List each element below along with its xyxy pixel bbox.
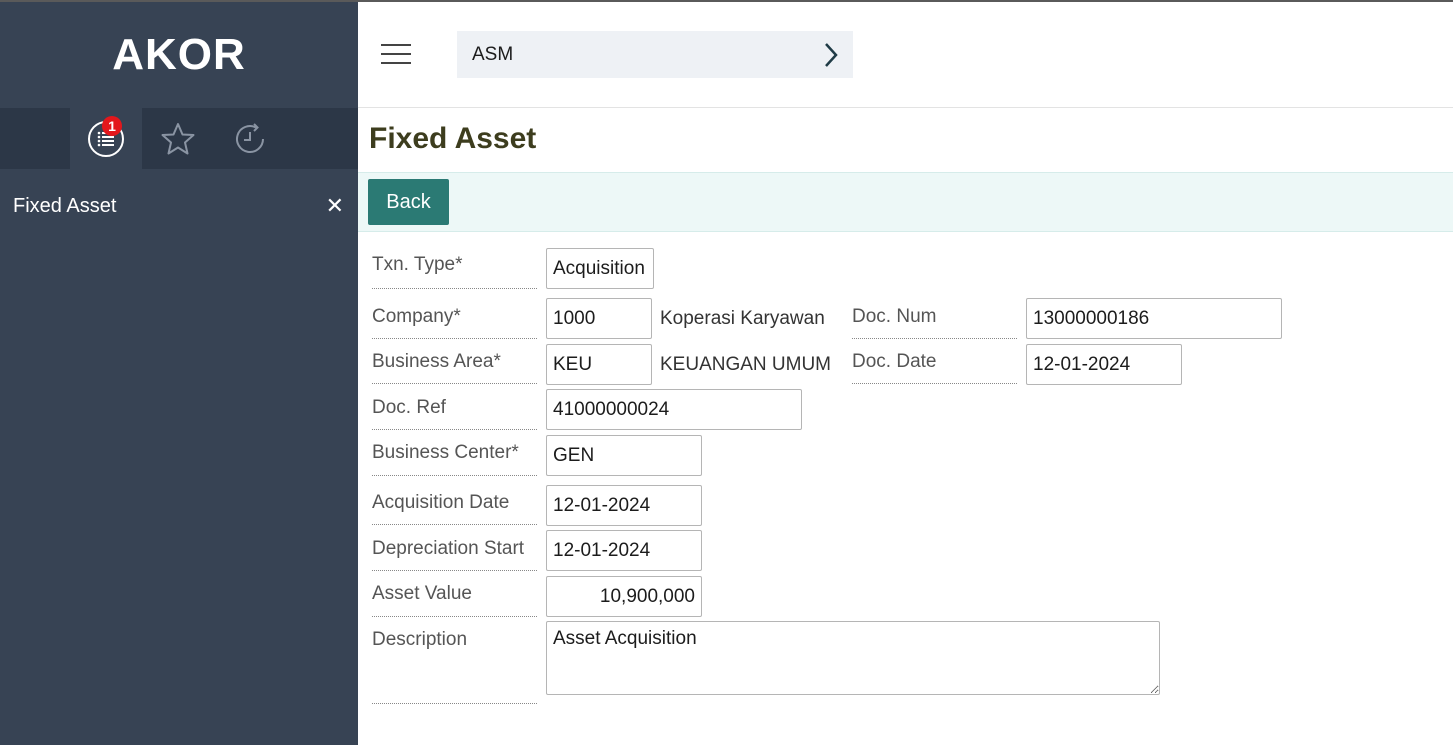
company-description: Koperasi Karyawan	[660, 308, 825, 329]
tab-history[interactable]	[214, 108, 286, 169]
doc-ref-field[interactable]	[546, 389, 802, 430]
business-area-description: KEUANGAN UMUM	[660, 354, 832, 375]
asset-value-label: Asset Value	[372, 583, 537, 617]
breadcrumb-label: ASM	[472, 43, 514, 65]
doc-date-label: Doc. Date	[852, 351, 1017, 384]
chevron-right-icon	[825, 42, 838, 67]
sidebar: AKOR 1 Fixed Asset ✕	[0, 2, 358, 745]
sidebar-item-fixed-asset[interactable]: Fixed Asset ✕	[0, 169, 358, 243]
company-field[interactable]	[546, 298, 652, 339]
business-center-field[interactable]	[546, 435, 702, 476]
txn-type-label: Txn. Type*	[372, 254, 537, 289]
asset-value-field[interactable]	[546, 576, 702, 617]
hamburger-menu-icon[interactable]	[381, 44, 411, 66]
star-icon	[161, 122, 195, 154]
doc-num-label: Doc. Num	[852, 306, 1017, 339]
business-area-label: Business Area*	[372, 351, 537, 384]
txn-type-field[interactable]	[546, 248, 654, 289]
tab-open-menus[interactable]: 1	[70, 108, 142, 169]
company-label: Company*	[372, 306, 537, 339]
acquisition-date-field[interactable]	[546, 485, 702, 526]
brand-logo: AKOR	[112, 30, 246, 79]
top-bar: ASM	[358, 2, 1453, 108]
sidebar-item-label: Fixed Asset	[13, 194, 117, 217]
description-field[interactable]: Asset Acquisition	[546, 621, 1160, 695]
history-icon	[236, 122, 264, 153]
action-bar: Back	[358, 172, 1453, 232]
description-label: Description	[372, 629, 537, 704]
close-icon[interactable]: ✕	[326, 193, 344, 219]
page-title: Fixed Asset	[369, 122, 537, 155]
business-center-label: Business Center*	[372, 442, 537, 476]
depreciation-start-label: Depreciation Start	[372, 538, 537, 571]
doc-num-field[interactable]	[1026, 298, 1282, 339]
doc-date-field[interactable]	[1026, 344, 1182, 385]
business-area-field[interactable]	[546, 344, 652, 385]
notification-badge: 1	[102, 116, 122, 136]
sidebar-tabs: 1	[0, 108, 358, 169]
back-button[interactable]: Back	[368, 179, 449, 225]
breadcrumb[interactable]: ASM	[457, 31, 853, 78]
tab-favorites[interactable]	[142, 108, 214, 169]
depreciation-start-field[interactable]	[546, 530, 702, 571]
doc-ref-label: Doc. Ref	[372, 397, 537, 430]
acquisition-date-label: Acquisition Date	[372, 492, 537, 525]
